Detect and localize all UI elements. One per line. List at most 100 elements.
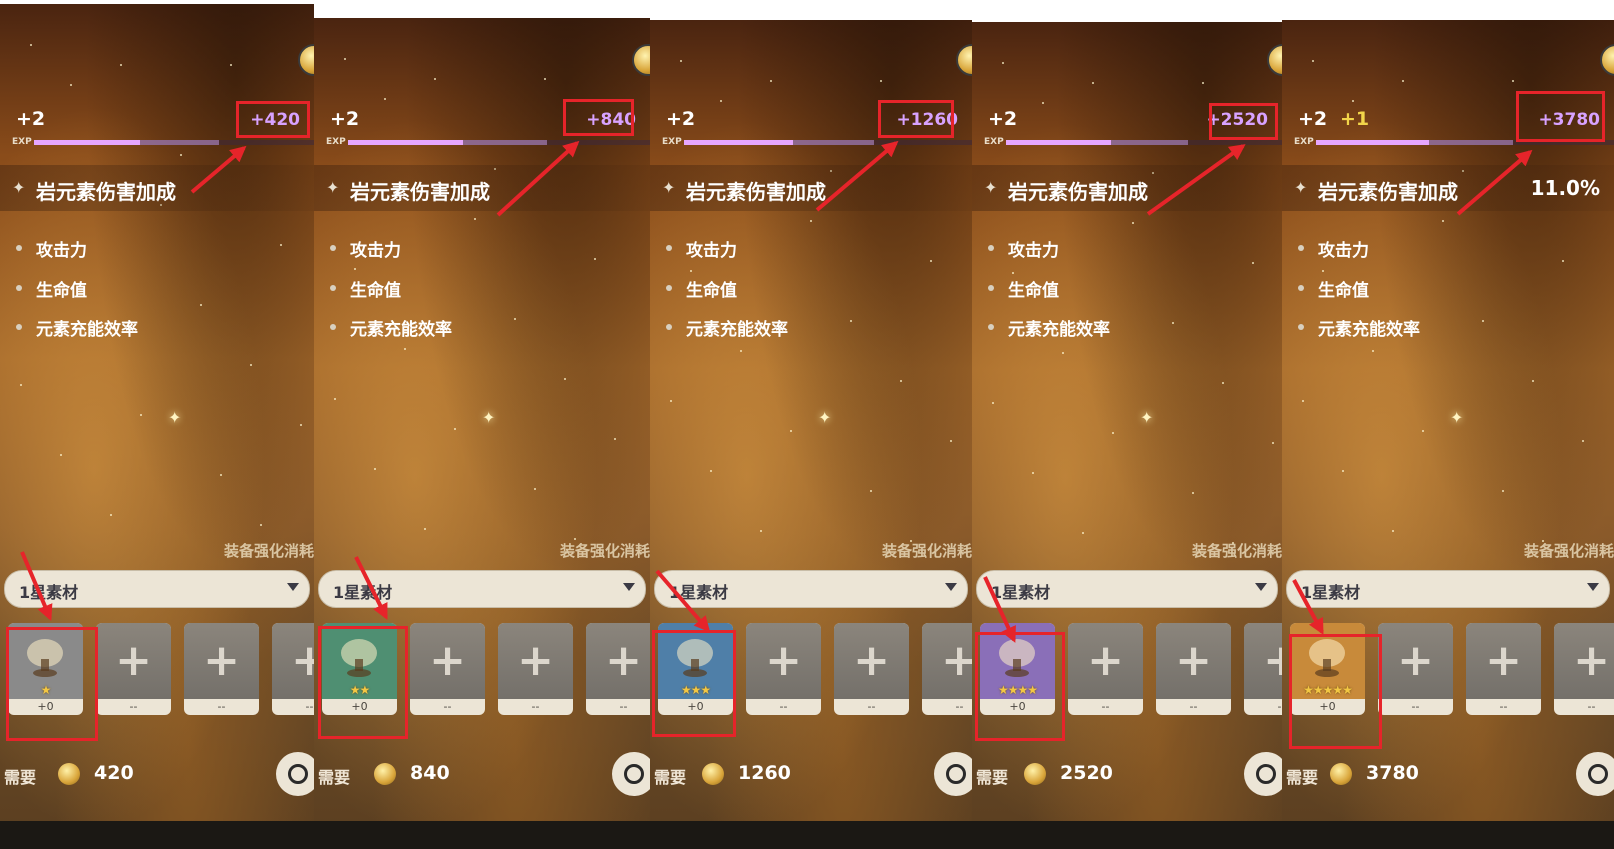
- currency-icon[interactable]: [1600, 44, 1614, 76]
- sparkle: [594, 258, 596, 260]
- main-stat-diamond-icon: ✦: [12, 178, 26, 197]
- main-stat-diamond-icon: ✦: [984, 178, 998, 197]
- material-slot-empty[interactable]: + --: [410, 623, 485, 715]
- currency-icon[interactable]: [632, 44, 650, 76]
- material-slot-empty[interactable]: + --: [1244, 623, 1282, 715]
- enhance-cost-title: 装备强化消耗: [1523, 542, 1614, 560]
- main-stat-row: ✦ 岩元素伤害加成: [0, 165, 314, 211]
- confirm-enhance-button[interactable]: [934, 752, 972, 796]
- material-slot-empty[interactable]: + --: [96, 623, 171, 715]
- currency-icon[interactable]: [298, 44, 314, 76]
- confirm-enhance-button[interactable]: [1576, 752, 1614, 796]
- empty-slot-art: +: [746, 623, 821, 699]
- exp-fill-preview: [793, 140, 875, 145]
- empty-slot-art: +: [1378, 623, 1453, 699]
- sparkle: [120, 64, 122, 66]
- sparkle: [1172, 322, 1174, 324]
- substat-name: 元素充能效率: [686, 320, 788, 340]
- material-filter-dropdown[interactable]: 1星素材: [654, 570, 968, 608]
- sparkle: [1502, 490, 1504, 492]
- substat-name: 生命值: [1008, 281, 1059, 301]
- material-slot-empty[interactable]: + --: [1068, 623, 1143, 715]
- sparkle: [544, 78, 546, 80]
- sparkle: [1422, 430, 1424, 432]
- exp-label: EXP: [326, 137, 346, 147]
- sparkle: [1372, 350, 1374, 352]
- panel-bottom-band: [1282, 821, 1614, 849]
- big-sparkle-icon: ✦: [1450, 408, 1464, 427]
- sparkle: [1082, 532, 1084, 534]
- sparkle: [790, 430, 792, 432]
- highlight-box-exp: [878, 100, 954, 138]
- currency-icon[interactable]: [956, 44, 972, 76]
- empty-slot-label: --: [779, 700, 788, 713]
- substat-bullet-icon: [1298, 245, 1304, 251]
- enhance-cost-title: 装备强化消耗: [223, 542, 314, 560]
- sparkle: [200, 304, 202, 306]
- empty-slot-label: --: [1499, 700, 1508, 713]
- material-slot-empty[interactable]: + --: [834, 623, 909, 715]
- substat-name: 攻击力: [1318, 241, 1369, 261]
- empty-slot-label: --: [443, 700, 452, 713]
- sparkle: [850, 320, 852, 322]
- confirm-enhance-button[interactable]: [276, 752, 314, 796]
- material-slot-empty[interactable]: + --: [1378, 623, 1453, 715]
- plus-icon: +: [115, 635, 152, 686]
- material-filter-dropdown[interactable]: 1星素材: [976, 570, 1278, 608]
- enhance-cost-title: 装备强化消耗: [881, 542, 972, 560]
- highlight-box-material: [1289, 634, 1382, 749]
- plus-icon: +: [517, 635, 554, 686]
- sparkle: [1442, 220, 1444, 222]
- sparkle: [880, 80, 882, 82]
- cost-amount: 840: [410, 762, 450, 784]
- material-slot-empty[interactable]: + --: [498, 623, 573, 715]
- confirm-enhance-button[interactable]: [1244, 752, 1282, 796]
- main-stat-name: 岩元素伤害加成: [686, 180, 826, 204]
- material-slot-empty[interactable]: + --: [586, 623, 650, 715]
- material-filter-label: 1星素材: [991, 583, 1051, 602]
- material-filter-dropdown[interactable]: 1星素材: [4, 570, 310, 608]
- material-slot-empty[interactable]: + --: [1554, 623, 1614, 715]
- sparkle: [1392, 530, 1394, 532]
- substat-name: 攻击力: [36, 241, 87, 261]
- artifact-level: +2: [988, 108, 1018, 130]
- material-slot-empty[interactable]: + --: [1466, 623, 1541, 715]
- exp-label: EXP: [12, 137, 32, 147]
- big-sparkle-icon: ✦: [1140, 408, 1154, 427]
- sparkle: [1482, 320, 1484, 322]
- material-slot-empty[interactable]: + --: [1156, 623, 1231, 715]
- sparkle: [534, 488, 536, 490]
- sparkle: [374, 468, 376, 470]
- empty-slot-art: +: [834, 623, 909, 699]
- substat-name: 生命值: [686, 281, 737, 301]
- highlight-box-exp: [236, 101, 310, 138]
- sparkle: [1202, 82, 1204, 84]
- cost-amount: 3780: [1366, 762, 1419, 784]
- material-slot-empty[interactable]: + --: [746, 623, 821, 715]
- material-slot-empty[interactable]: + --: [272, 623, 314, 715]
- sparkle: [930, 260, 932, 262]
- mora-coin-icon: [1024, 763, 1046, 785]
- panel-bottom-band: [314, 821, 650, 849]
- main-stat-name: 岩元素伤害加成: [36, 180, 176, 204]
- material-filter-dropdown[interactable]: 1星素材: [318, 570, 646, 608]
- currency-icon[interactable]: [1267, 44, 1282, 76]
- sparkle: [1352, 100, 1354, 102]
- empty-slot-label: --: [619, 700, 628, 713]
- plus-icon: +: [605, 635, 642, 686]
- material-slot-empty[interactable]: + --: [184, 623, 259, 715]
- artifact-level: +2: [330, 108, 360, 130]
- plus-icon: +: [941, 635, 972, 686]
- material-filter-dropdown[interactable]: 1星素材: [1286, 570, 1610, 608]
- sparkle: [1222, 382, 1224, 384]
- highlight-box-exp: [563, 99, 634, 136]
- substat-name: 生命值: [350, 281, 401, 301]
- main-stat-row: ✦ 岩元素伤害加成: [314, 165, 650, 211]
- material-slot-empty[interactable]: + --: [922, 623, 972, 715]
- sparkle: [1512, 80, 1514, 82]
- sparkle: [384, 98, 386, 100]
- empty-slot-art: +: [1068, 623, 1143, 699]
- enhance-cost-title: 装备强化消耗: [559, 542, 650, 560]
- sparkle: [1042, 102, 1044, 104]
- confirm-enhance-button[interactable]: [612, 752, 650, 796]
